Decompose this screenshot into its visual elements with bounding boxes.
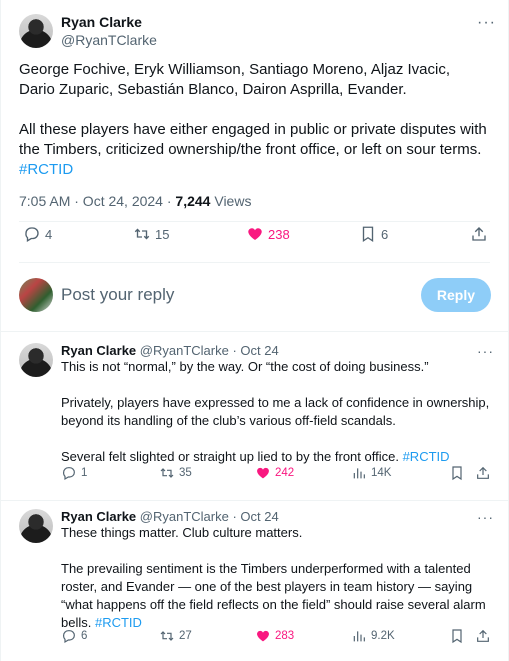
author-handle[interactable]: @RyanTClarke bbox=[61, 32, 157, 48]
divider bbox=[1, 331, 508, 332]
reply-text: This is not “normal,” by the way. Or “th… bbox=[61, 358, 491, 466]
views-action[interactable]: 9.2K bbox=[351, 628, 395, 644]
author-handle[interactable]: @RyanTClarke · Oct 24 bbox=[140, 509, 279, 524]
like-action[interactable]: 283 bbox=[255, 628, 294, 644]
reply-count: 4 bbox=[45, 226, 53, 242]
reply-paragraph: This is not “normal,” by the way. Or “th… bbox=[61, 359, 429, 374]
bookmark-icon bbox=[362, 226, 374, 243]
thread-reply[interactable]: Ryan Clarke @RyanTClarke · Oct 24 ··· Th… bbox=[19, 509, 494, 659]
analytics-icon bbox=[353, 468, 365, 479]
author-avatar[interactable] bbox=[19, 343, 53, 377]
repost-icon bbox=[134, 228, 150, 240]
reply-paragraph: Privately, players have expressed to me … bbox=[61, 395, 490, 428]
repost-count: 35 bbox=[179, 467, 192, 479]
author-name[interactable]: Ryan Clarke bbox=[61, 343, 136, 358]
post-meta: 7:05 AM · Oct 24, 2024 · 7,244 Views bbox=[19, 193, 251, 209]
author-name[interactable]: Ryan Clarke bbox=[61, 509, 136, 524]
share-action[interactable] bbox=[475, 628, 491, 644]
views-count: 9.2K bbox=[371, 630, 395, 642]
bookmark-action[interactable]: 6 bbox=[359, 225, 388, 243]
repost-action[interactable]: 35 bbox=[159, 465, 192, 481]
post-thread-page: Ryan Clarke @RyanTClarke ··· George Foch… bbox=[0, 0, 509, 661]
more-options-icon[interactable]: ··· bbox=[477, 14, 496, 32]
like-action[interactable]: 238 bbox=[246, 225, 290, 243]
reply-text: These things matter. Club culture matter… bbox=[61, 524, 491, 632]
more-options-icon[interactable]: ··· bbox=[477, 343, 494, 359]
reply-paragraph: These things matter. Club culture matter… bbox=[61, 525, 303, 540]
post-paragraph-text: All these players have either engaged in… bbox=[19, 121, 487, 158]
author-handle[interactable]: @RyanTClarke · Oct 24 bbox=[140, 343, 279, 358]
views-count: 7,244 bbox=[175, 193, 211, 209]
share-icon bbox=[477, 466, 489, 479]
views-label: Views bbox=[210, 193, 252, 209]
views-action[interactable]: 14K bbox=[351, 465, 391, 481]
heart-icon bbox=[257, 467, 269, 479]
repost-count: 27 bbox=[179, 630, 192, 642]
heart-icon bbox=[248, 228, 262, 240]
share-icon bbox=[477, 629, 489, 642]
share-action[interactable] bbox=[470, 225, 488, 243]
share-icon bbox=[472, 227, 486, 241]
like-count: 238 bbox=[268, 226, 290, 242]
reply-header: Ryan Clarke @RyanTClarke · Oct 24 bbox=[61, 343, 279, 358]
user-avatar[interactable] bbox=[19, 278, 53, 312]
post-text: George Fochive, Eryk Williamson, Santiag… bbox=[19, 60, 489, 180]
divider bbox=[19, 262, 490, 263]
views-count: 14K bbox=[371, 467, 392, 479]
bookmark-count: 6 bbox=[381, 226, 389, 242]
repost-icon bbox=[160, 468, 174, 478]
bookmark-action[interactable] bbox=[449, 465, 465, 481]
repost-icon bbox=[160, 631, 174, 641]
author-block: Ryan Clarke @RyanTClarke bbox=[61, 14, 157, 48]
bookmark-action[interactable] bbox=[449, 628, 465, 644]
analytics-icon bbox=[353, 631, 365, 642]
post-paragraph: All these players have either engaged in… bbox=[19, 120, 489, 180]
bookmark-icon bbox=[452, 629, 462, 644]
share-action[interactable] bbox=[475, 465, 491, 481]
author-avatar[interactable] bbox=[19, 509, 53, 543]
reply-count: 6 bbox=[81, 630, 88, 642]
reply-icon bbox=[25, 227, 39, 242]
reply-header: Ryan Clarke @RyanTClarke · Oct 24 bbox=[61, 509, 279, 524]
reply-button[interactable]: Reply bbox=[420, 278, 491, 312]
hashtag-link[interactable]: #RCTID bbox=[403, 449, 450, 464]
like-count: 242 bbox=[275, 467, 295, 479]
reply-action[interactable]: 6 bbox=[61, 628, 87, 644]
hashtag-link[interactable]: #RCTID bbox=[95, 615, 142, 630]
repost-count: 15 bbox=[155, 226, 170, 242]
post-paragraph: George Fochive, Eryk Williamson, Santiag… bbox=[19, 61, 451, 98]
reply-paragraph-text: Several felt slighted or straight up lie… bbox=[61, 449, 399, 464]
more-options-icon[interactable]: ··· bbox=[477, 509, 494, 525]
bookmark-icon bbox=[452, 466, 462, 481]
reply-icon bbox=[63, 630, 75, 644]
thread-reply[interactable]: Ryan Clarke @RyanTClarke · Oct 24 ··· Th… bbox=[19, 343, 494, 493]
hashtag-link[interactable]: #RCTID bbox=[19, 161, 73, 178]
repost-action[interactable]: 27 bbox=[159, 628, 192, 644]
repost-action[interactable]: 15 bbox=[133, 225, 169, 243]
divider bbox=[19, 221, 490, 222]
heart-icon bbox=[257, 630, 269, 642]
reply-action[interactable]: 4 bbox=[23, 225, 52, 243]
reply-input[interactable]: Post your reply bbox=[61, 285, 174, 305]
reply-composer: Post your reply Reply bbox=[19, 275, 491, 315]
author-name[interactable]: Ryan Clarke bbox=[61, 14, 157, 30]
like-action[interactable]: 242 bbox=[255, 465, 294, 481]
reply-count: 1 bbox=[81, 467, 88, 479]
post-timestamp[interactable]: 7:05 AM · Oct 24, 2024 · bbox=[19, 193, 175, 209]
like-count: 283 bbox=[275, 630, 295, 642]
reply-action[interactable]: 1 bbox=[61, 465, 87, 481]
divider bbox=[1, 500, 508, 501]
author-avatar[interactable] bbox=[19, 14, 53, 48]
reply-paragraph: Several felt slighted or straight up lie… bbox=[61, 448, 491, 466]
reply-paragraph: The prevailing sentiment is the Timbers … bbox=[61, 560, 491, 632]
reply-icon bbox=[63, 467, 75, 481]
